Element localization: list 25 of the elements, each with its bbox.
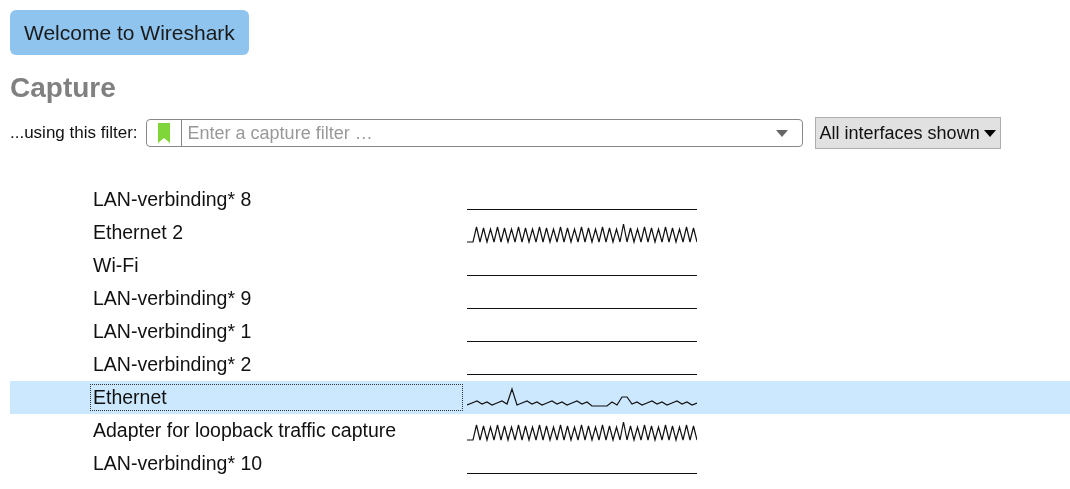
interface-row[interactable]: LAN-verbinding* 9 [10,282,1070,315]
filter-label: ...using this filter: [10,123,138,143]
interface-name: LAN-verbinding* 1 [92,319,253,344]
interface-row[interactable]: LAN-verbinding* 1 [10,315,1070,348]
caret-icon [983,129,996,137]
interfaces-dropdown[interactable]: All interfaces shown [814,117,1001,149]
interface-row[interactable]: LAN-verbinding* 10 [10,447,1070,480]
interface-name: Ethernet 2 [92,220,184,245]
interface-row[interactable]: Ethernet 2 [10,216,1070,249]
dropdown-caret-icon[interactable] [775,129,788,137]
filter-combo-box[interactable]: Enter a capture filter … [145,119,803,147]
interface-row[interactable]: LAN-verbinding* 8 [10,183,1070,216]
interface-row[interactable]: LAN-verbinding* 2 [10,348,1070,381]
interface-name: Wi-Fi [92,253,140,278]
welcome-button[interactable]: Welcome to Wireshark [10,10,249,55]
interface-row[interactable]: Adapter for loopback traffic capture [10,414,1070,447]
interface-row[interactable]: Wi-Fi [10,249,1070,282]
interface-name: LAN-verbinding* 8 [92,187,253,212]
interface-row[interactable]: Ethernet [10,381,1070,414]
section-title: Capture [10,71,117,105]
interface-name: LAN-verbinding* 9 [92,286,253,311]
interface-name: LAN-verbinding* 10 [92,451,264,476]
interface-name: LAN-verbinding* 2 [92,352,253,377]
interface-name: Ethernet [90,384,463,411]
interface-name: Adapter for loopback traffic capture [92,418,398,443]
